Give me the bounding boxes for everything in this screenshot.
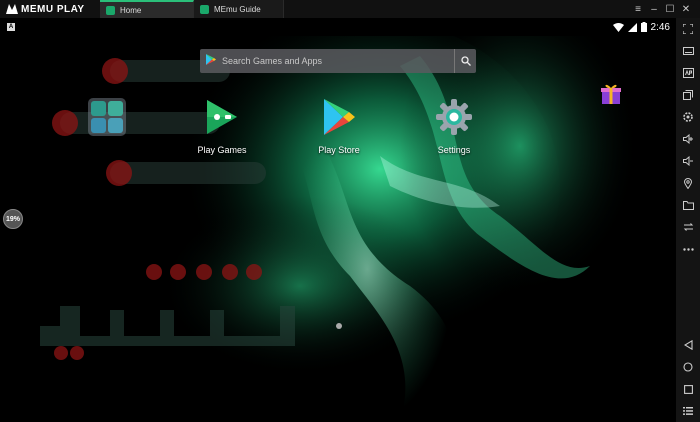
memu-logo-icon [6,4,18,14]
multi-window-button[interactable] [676,84,700,106]
more-icon [682,247,694,251]
gear-icon [683,112,693,122]
watermark-dot [146,264,162,280]
volume-up-icon [682,134,693,144]
more-button[interactable] [676,238,700,260]
watermark-dot [106,160,132,186]
search-button[interactable] [454,49,476,73]
gift-icon[interactable] [600,82,622,104]
recents-icon [683,384,693,394]
minimize-button[interactable]: – [646,4,662,15]
rotate-icon [683,223,693,231]
keyboard-icon [682,47,694,55]
tab-memu-guide[interactable]: MEmu Guide [194,0,284,18]
apk-icon [682,68,694,78]
page-indicator [336,323,342,329]
notification-icon: A [7,23,15,31]
watermark-dot [246,264,262,280]
menu-icon [683,407,693,415]
fullscreen-icon [683,24,693,34]
location-button[interactable] [676,172,700,194]
title-bar: MEMU PLAY Home MEmu Guide ≡ – ☐ ✕ [0,0,700,18]
app-settings[interactable]: Settings [419,97,489,155]
settings-icon [434,97,474,137]
guide-tab-icon [200,4,209,14]
watermark-dot [102,58,128,84]
app-play-store[interactable]: Play Store [304,97,374,155]
apk-button[interactable] [676,62,700,84]
search-icon [460,56,471,66]
logo-text: MEMU PLAY [21,3,85,15]
play-store-icon [319,97,359,137]
home-tab-icon [106,5,115,15]
app-label: Play Store [318,145,360,155]
home-button[interactable] [676,356,700,378]
settings-button[interactable] [676,106,700,128]
folder-app-icon [91,101,106,116]
signal-icon [627,22,637,32]
watermark-dot [52,110,78,136]
multi-window-icon [683,90,693,100]
status-icons: 2:46 [612,21,676,33]
right-toolbar [676,18,700,422]
aurora-wallpaper [0,36,676,422]
tab-guide-label: MEmu Guide [214,4,261,14]
folder-app-icon [108,118,123,133]
tab-home-label: Home [120,5,142,15]
tab-home[interactable]: Home [100,0,194,18]
folder-button[interactable] [676,194,700,216]
app-label: Play Games [197,145,247,155]
window-controls: ≡ – ☐ ✕ [630,0,700,18]
watermark-logo [40,306,295,346]
rotate-button[interactable] [676,216,700,238]
folder-app-icon [108,101,123,116]
maximize-button[interactable]: ☐ [662,4,678,15]
google-play-icon [206,52,216,70]
app-label: Settings [437,145,471,155]
search-bar[interactable] [200,49,476,73]
back-icon [683,340,693,350]
android-status-bar: A 2:46 [0,18,676,36]
app-play-games[interactable]: Play Games [187,97,257,155]
volume-down-button[interactable] [676,150,700,172]
wifi-icon [612,22,624,32]
location-icon [684,177,692,189]
play-games-icon [202,97,242,137]
fullscreen-button[interactable] [676,18,700,40]
watermark-dot [222,264,238,280]
android-screen [0,36,676,422]
app-folder[interactable] [88,98,126,136]
progress-label: 19% [5,215,20,223]
watermark-dot [196,264,212,280]
progress-badge[interactable]: 19% [3,209,23,229]
back-button[interactable] [676,334,700,356]
search-input[interactable] [216,49,454,73]
recents-button[interactable] [676,378,700,400]
close-button[interactable]: ✕ [678,4,694,15]
app-logo: MEMU PLAY [0,0,100,18]
volume-down-icon [682,156,693,166]
volume-up-button[interactable] [676,128,700,150]
home-icon [683,362,693,372]
folder-icon [682,200,694,210]
keyboard-button[interactable] [676,40,700,62]
clock: 2:46 [650,21,670,33]
menu-button[interactable]: ≡ [630,4,646,15]
menu-list-button[interactable] [676,400,700,422]
watermark-dot [170,264,186,280]
watermark-bar [110,162,266,184]
battery-icon [640,22,647,32]
folder-app-icon [91,118,106,133]
